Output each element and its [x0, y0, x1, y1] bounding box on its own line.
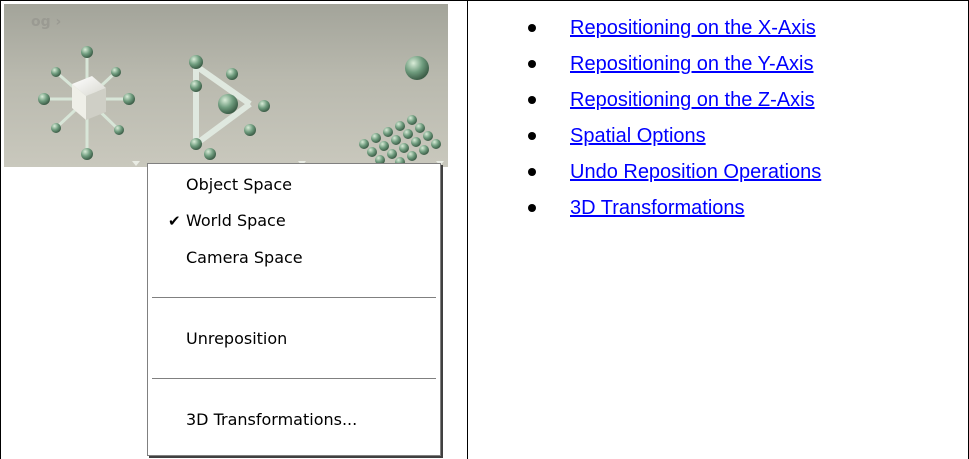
bullet-icon [528, 204, 536, 212]
camera-space-icon[interactable] [359, 56, 441, 167]
menu-item-label: World Space [186, 211, 286, 230]
menu-item-label: Object Space [186, 175, 292, 194]
world-axis-icon[interactable] [38, 46, 135, 160]
menu-separator [152, 378, 436, 380]
menu-item-unreposition[interactable]: Unreposition [148, 324, 440, 354]
link-3d-transformations[interactable]: 3D Transformations [570, 197, 745, 219]
checkmark-icon: ✔ [168, 212, 181, 230]
link-repositioning-x-axis[interactable]: Repositioning on the X-Axis [570, 17, 816, 39]
menu-item-world-space[interactable]: ✔ World Space [148, 206, 440, 236]
list-item: Repositioning on the X-Axis [528, 10, 821, 46]
link-spatial-options[interactable]: Spatial Options [570, 125, 706, 147]
bullet-icon [528, 132, 536, 140]
links-cell: Repositioning on the X-Axis Repositionin… [468, 0, 969, 459]
list-item: Undo Reposition Operations [528, 154, 821, 190]
screenshot-cell: og › Object Space ✔ World Space Camera S… [0, 0, 468, 459]
menu-item-label: 3D Transformations... [186, 410, 358, 429]
toolbar-graphics: og › [31, 14, 444, 167]
menu-item-camera-space[interactable]: Camera Space [148, 243, 440, 273]
list-item: Spatial Options [528, 118, 821, 154]
reposition-toolbar-image: og › [4, 4, 448, 167]
menu-item-label: Camera Space [186, 248, 303, 267]
context-menu: Object Space ✔ World Space Camera Space … [147, 163, 441, 456]
link-repositioning-y-axis[interactable]: Repositioning on the Y-Axis [570, 53, 814, 75]
table-frame: og › Object Space ✔ World Space Camera S… [0, 0, 969, 459]
toolbar-faint-label: og › [31, 14, 61, 30]
list-item: 3D Transformations [528, 190, 821, 226]
menu-item-3d-transformations[interactable]: 3D Transformations... [148, 405, 440, 435]
bullet-icon [528, 60, 536, 68]
object-space-icon[interactable] [189, 55, 270, 160]
link-repositioning-z-axis[interactable]: Repositioning on the Z-Axis [570, 89, 815, 111]
caret-down-icon[interactable] [132, 161, 140, 166]
bullet-icon [528, 24, 536, 32]
related-topics-list: Repositioning on the X-Axis Repositionin… [528, 10, 821, 226]
bullet-icon [528, 168, 536, 176]
menu-item-label: Unreposition [186, 329, 288, 348]
menu-item-object-space[interactable]: Object Space [148, 170, 440, 200]
menu-separator [152, 297, 436, 299]
list-item: Repositioning on the Z-Axis [528, 82, 821, 118]
list-item: Repositioning on the Y-Axis [528, 46, 821, 82]
link-undo-reposition[interactable]: Undo Reposition Operations [570, 161, 821, 183]
bullet-icon [528, 96, 536, 104]
